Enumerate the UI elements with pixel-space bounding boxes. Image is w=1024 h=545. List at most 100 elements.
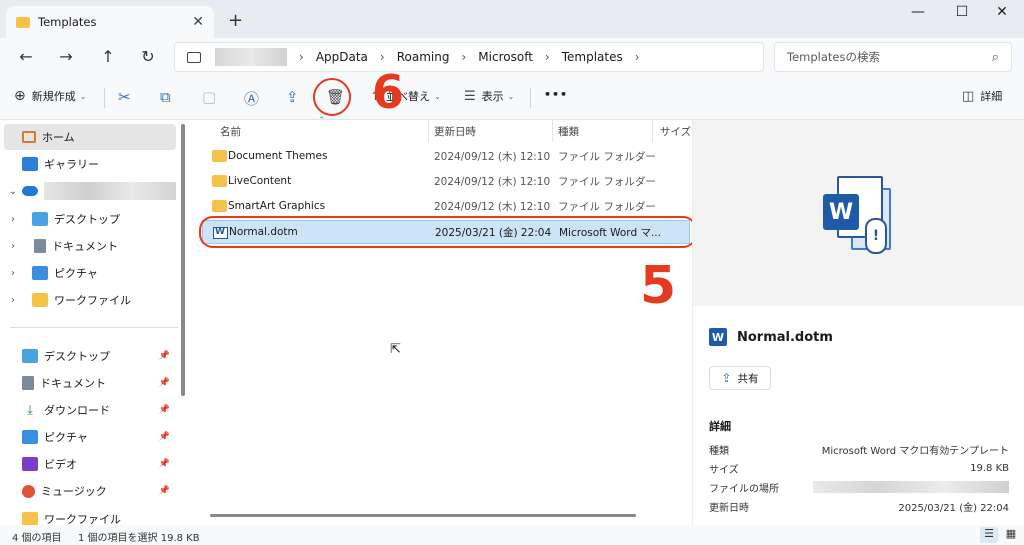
new-button-label: 新規作成 — [31, 90, 76, 103]
file-name: SmartArt Graphics — [228, 200, 326, 212]
address-bar[interactable]: › AppData › Roaming › Microsoft › Templa… — [174, 42, 764, 72]
folder-icon — [32, 293, 48, 307]
horizontal-scrollbar[interactable] — [210, 514, 636, 517]
sidebar-item-videos[interactable]: ビデオ 📌 — [4, 451, 176, 477]
sidebar-item-od-desktop[interactable]: › デスクトップ — [4, 206, 176, 232]
rename-icon: Ⓐ — [244, 90, 260, 108]
minimize-button[interactable]: — — [898, 4, 938, 20]
file-date: 2024/09/12 (木) 12:10 — [434, 150, 551, 163]
desktop-icon — [32, 212, 48, 226]
pin-icon[interactable]: 📌 — [159, 378, 170, 388]
title-bar: Templates ✕ + — ☐ ✕ — [0, 0, 1024, 38]
detail-label: サイズ — [709, 464, 739, 476]
sidebar-item-pictures[interactable]: ピクチャ 📌 — [4, 424, 176, 450]
detail-row-type: 種類 Microsoft Word マクロ有効テンプレート — [709, 440, 1009, 458]
breadcrumb-templates[interactable]: Templates — [562, 50, 623, 64]
copy-button[interactable]: ⧉ — [160, 88, 171, 106]
copy-icon: ⧉ — [160, 88, 171, 106]
selection-info: 1 個の項目を選択 19.8 KB — [78, 533, 200, 544]
details-share-button[interactable]: ⇪ 共有 — [709, 366, 771, 390]
column-divider[interactable] — [552, 120, 553, 142]
sidebar-item-documents[interactable]: ドキュメント 📌 — [4, 370, 176, 396]
share-icon: ⇪ — [286, 88, 299, 106]
close-window-button[interactable]: ✕ — [982, 4, 1022, 20]
details-view-icon[interactable]: ☰ — [980, 527, 998, 543]
pin-icon[interactable]: 📌 — [159, 405, 170, 415]
file-row[interactable]: Document Themes 2024/09/12 (木) 12:10 ファイ… — [202, 144, 690, 168]
sidebar-divider — [10, 327, 178, 328]
refresh-button[interactable]: ↻ — [136, 47, 160, 66]
redacted-path-segment — [215, 48, 287, 66]
share-button[interactable]: ⇪ — [286, 88, 299, 106]
breadcrumb-microsoft[interactable]: Microsoft — [478, 50, 533, 64]
folder-icon — [212, 200, 227, 212]
back-button[interactable]: ← — [14, 47, 38, 66]
view-button[interactable]: ☰ 表示 ⌄ — [464, 88, 514, 104]
chevron-right-icon[interactable]: › — [4, 268, 22, 279]
detail-label: 更新日時 — [709, 502, 749, 514]
step-5-annotation: 5 — [640, 256, 677, 316]
rename-button[interactable]: Ⓐ — [244, 88, 259, 109]
close-tab-icon[interactable]: ✕ — [192, 14, 204, 30]
selected-file-name: Normal.dotm — [737, 329, 833, 345]
folder-icon — [212, 150, 227, 162]
selected-file-header: W Normal.dotm — [709, 328, 833, 346]
sidebar-item-label: ホーム — [42, 131, 75, 144]
pin-icon[interactable]: 📌 — [159, 432, 170, 442]
column-header-name[interactable]: 名前 — [220, 120, 241, 142]
breadcrumb-roaming[interactable]: Roaming — [397, 50, 450, 64]
pin-icon[interactable]: 📌 — [159, 351, 170, 361]
search-input[interactable] — [787, 50, 992, 64]
breadcrumb-appdata[interactable]: AppData — [316, 50, 368, 64]
pin-icon[interactable]: 📌 — [159, 486, 170, 496]
sidebar-item-label: ワークファイル — [44, 513, 121, 525]
sidebar-item-gallery[interactable]: ギャラリー — [4, 151, 176, 177]
video-icon — [22, 457, 38, 471]
cut-button[interactable]: ✂ — [118, 88, 131, 106]
chevron-right-icon[interactable]: › — [4, 295, 22, 306]
up-button[interactable]: ↑ — [96, 47, 120, 66]
new-button[interactable]: ⊕ 新規作成 ⌄ — [14, 88, 86, 104]
sidebar-item-workfiles[interactable]: ワークファイル — [4, 506, 176, 525]
detail-label: 種類 — [709, 445, 729, 457]
file-row[interactable]: LiveContent 2024/09/12 (木) 12:10 ファイル フォ… — [202, 169, 690, 193]
download-icon: ⤓ — [27, 403, 33, 418]
chevron-right-icon[interactable]: › — [4, 214, 22, 225]
forward-button[interactable]: → — [54, 47, 78, 66]
sidebar-item-od-workfiles[interactable]: › ワークファイル — [4, 287, 176, 313]
sidebar-item-desktop[interactable]: デスクトップ 📌 — [4, 343, 176, 369]
column-divider[interactable] — [428, 120, 429, 142]
chevron-down-icon[interactable]: ⌄ — [4, 186, 22, 197]
detail-value: Microsoft Word マクロ有効テンプレート — [821, 445, 1009, 457]
file-row[interactable]: SmartArt Graphics 2024/09/12 (木) 12:10 フ… — [202, 194, 690, 218]
detail-label: ファイルの場所 — [709, 483, 779, 495]
column-header-type[interactable]: 種類 — [558, 120, 579, 142]
column-header-size[interactable]: サイズ — [660, 120, 691, 142]
search-box[interactable]: ⌕ — [774, 42, 1012, 72]
details-pane: W ! W Normal.dotm ⇪ 共有 詳細 種類 Microsoft W… — [692, 120, 1024, 525]
folder-icon — [22, 512, 38, 525]
maximize-button[interactable]: ☐ — [942, 4, 982, 20]
pin-icon[interactable]: 📌 — [159, 459, 170, 469]
detail-row-location: ファイルの場所 — [709, 478, 1009, 496]
sidebar-item-home[interactable]: ホーム — [4, 124, 176, 150]
sidebar-item-downloads[interactable]: ⤓ ダウンロード 📌 — [4, 397, 176, 423]
paste-button[interactable]: ▢ — [202, 88, 216, 106]
sidebar-item-od-pictures[interactable]: › ピクチャ — [4, 260, 176, 286]
chevron-right-icon[interactable]: › — [4, 241, 22, 252]
status-bar: 4 個の項目 1 個の項目を選択 19.8 KB ☰ ▦ — [0, 525, 1024, 545]
tab-templates[interactable]: Templates ✕ — [6, 6, 214, 38]
chevron-down-icon: ⌄ — [434, 91, 441, 101]
sidebar-item-od-documents[interactable]: › ドキュメント — [4, 233, 176, 259]
sidebar-scrollbar[interactable] — [181, 124, 185, 396]
column-header-date[interactable]: 更新日時 — [434, 120, 476, 142]
share-icon: ⇪ — [721, 371, 732, 385]
sidebar-item-music[interactable]: ミュージック 📌 — [4, 478, 176, 504]
details-pane-button[interactable]: ◫ 詳細 — [962, 88, 1002, 104]
column-divider[interactable] — [652, 120, 653, 142]
chevron-down-icon: ⌄ — [507, 91, 515, 101]
new-tab-button[interactable]: + — [228, 10, 243, 31]
more-options-button[interactable]: ••• — [544, 88, 568, 101]
detail-row-modified: 更新日時 2025/03/21 (金) 22:04 — [709, 497, 1009, 515]
tiles-view-icon[interactable]: ▦ — [1002, 527, 1020, 543]
